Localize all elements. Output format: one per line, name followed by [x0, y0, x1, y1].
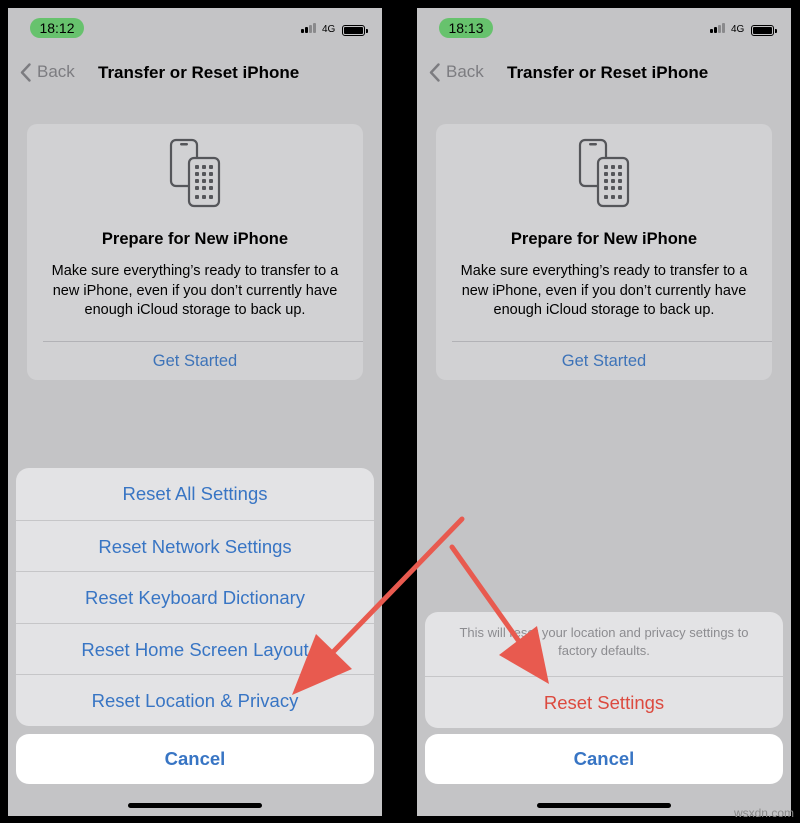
reset-location-privacy-button[interactable]: Reset Location & Privacy — [16, 674, 374, 726]
reset-network-settings-button[interactable]: Reset Network Settings — [16, 519, 374, 572]
status-time: 18:13 — [439, 18, 493, 38]
network-type: 4G — [322, 24, 336, 35]
chevron-left-icon — [429, 62, 440, 82]
two-phones-icon — [578, 138, 630, 208]
reset-confirmation-sheet: This will reset your location and privac… — [425, 612, 783, 728]
navigation-bar: Back Transfer or Reset iPhone — [417, 52, 791, 92]
back-label: Back — [446, 62, 484, 81]
signal-icon — [710, 22, 726, 33]
left-phone-screen: 18:12 4G Back Transfer or Reset iPhone P… — [8, 8, 382, 816]
back-button[interactable]: Back — [20, 60, 75, 84]
divider — [452, 341, 772, 342]
home-indicator — [537, 803, 671, 808]
reset-settings-button[interactable]: Reset Settings — [425, 676, 783, 728]
network-type: 4G — [731, 24, 745, 35]
card-title: Prepare for New iPhone — [510, 230, 698, 248]
page-title: Transfer or Reset iPhone — [98, 63, 300, 82]
card-description: Make sure everything’s ready to transfer… — [51, 263, 339, 318]
card-description: Make sure everything’s ready to transfer… — [460, 263, 748, 318]
signal-icon — [301, 22, 317, 33]
reset-options-sheet: Reset All Settings Reset Network Setting… — [16, 468, 374, 726]
back-button[interactable]: Back — [429, 60, 484, 84]
reset-keyboard-dictionary-button[interactable]: Reset Keyboard Dictionary — [16, 571, 374, 623]
battery-icon — [342, 25, 368, 36]
prepare-new-iphone-card: Prepare for New iPhone Make sure everyth… — [436, 124, 772, 380]
cancel-button[interactable]: Cancel — [425, 734, 783, 784]
prepare-new-iphone-card: Prepare for New iPhone Make sure everyth… — [27, 124, 363, 380]
cancel-button[interactable]: Cancel — [16, 734, 374, 784]
status-bar: 18:13 4G — [417, 8, 791, 52]
get-started-link[interactable]: Get Started — [436, 344, 772, 378]
battery-icon — [751, 25, 777, 36]
card-title: Prepare for New iPhone — [101, 230, 289, 248]
back-label: Back — [37, 62, 75, 81]
two-phones-icon — [169, 138, 221, 208]
page-title: Transfer or Reset iPhone — [507, 63, 709, 82]
confirmation-message: This will reset your location and privac… — [459, 625, 749, 658]
reset-home-screen-layout-button[interactable]: Reset Home Screen Layout — [16, 622, 374, 675]
status-bar: 18:12 4G — [8, 8, 382, 52]
reset-all-settings-button[interactable]: Reset All Settings — [16, 468, 374, 520]
status-time: 18:12 — [30, 18, 84, 38]
chevron-left-icon — [20, 62, 31, 82]
watermark: wsxdn.com — [733, 806, 794, 820]
navigation-bar: Back Transfer or Reset iPhone — [8, 52, 382, 92]
home-indicator — [128, 803, 262, 808]
right-phone-screen: 18:13 4G Back Transfer or Reset iPhone P… — [417, 8, 791, 816]
divider — [43, 341, 363, 342]
get-started-link[interactable]: Get Started — [27, 344, 363, 378]
